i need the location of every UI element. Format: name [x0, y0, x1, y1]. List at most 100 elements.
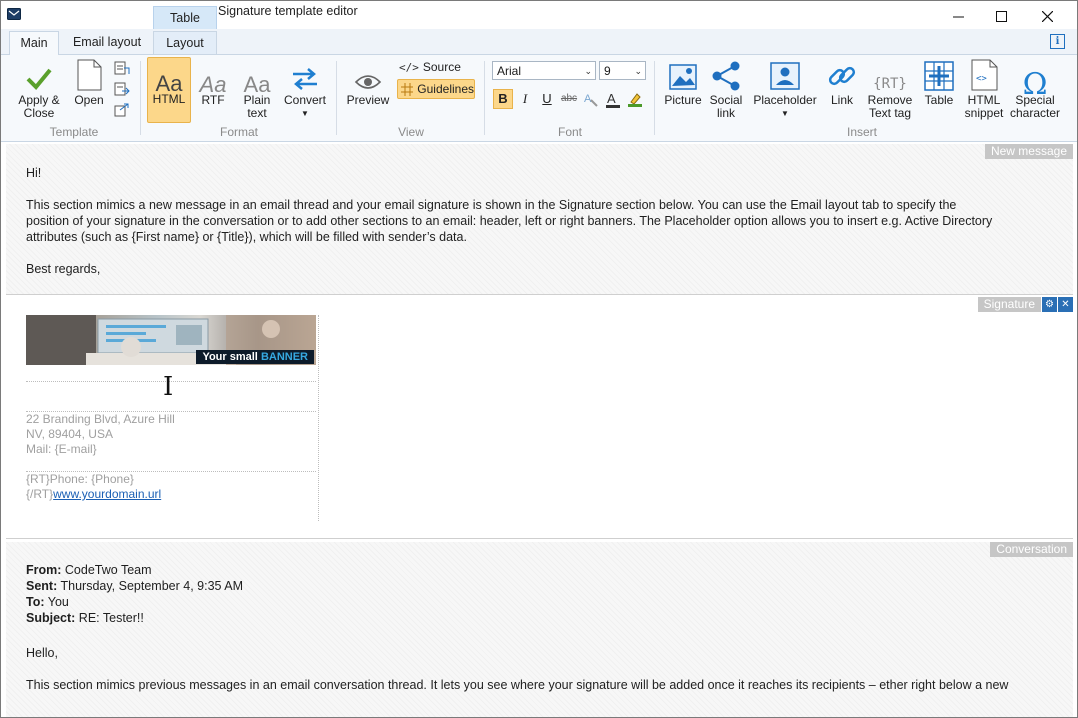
from-line: From: CodeTwo Team [26, 562, 152, 578]
special-character-button[interactable]: Ω Special character [1009, 59, 1061, 120]
website-link[interactable]: www.yourdomain.url [53, 487, 161, 501]
editor-window: Table Signature template editor Main Ema… [0, 0, 1078, 718]
message-line-1: This section mimics a new message in an … [26, 198, 957, 212]
subject-line: Subject: RE: Tester!! [26, 610, 144, 626]
table-button[interactable]: Table [919, 59, 959, 107]
html-snippet-icon: <> [971, 59, 998, 91]
section-divider [6, 538, 1073, 539]
closing-text: Best regards, [26, 262, 101, 276]
chevron-down-icon: ⌄ [584, 66, 592, 76]
tab-layout[interactable]: Layout [153, 31, 217, 54]
source-button[interactable]: </> Source [399, 60, 461, 74]
chevron-down-icon: ▼ [781, 109, 789, 118]
link-button[interactable]: Link [823, 59, 861, 107]
section-label-signature: Signature [977, 297, 1041, 312]
new-message-section[interactable]: New message Hi! This section mimics a ne… [6, 144, 1073, 294]
guidelines-label: Guidelines [417, 82, 474, 96]
guidelines-button[interactable]: Guidelines [397, 79, 475, 99]
chevron-down-icon: ▼ [301, 109, 309, 118]
picture-label: Picture [664, 93, 702, 107]
eye-icon [354, 75, 382, 89]
section-label-new-message: New message [984, 144, 1073, 159]
placeholder-label: Placeholder [753, 93, 817, 107]
banner-highlight: BANNER [260, 351, 308, 363]
from-label: From: [26, 563, 62, 577]
group-label-font: Font [557, 125, 582, 139]
minimize-button[interactable] [935, 1, 981, 31]
signature-section[interactable]: Signature ⚙ ✕ Your small BANNER I 22 Bra… [6, 297, 1073, 537]
share-icon [712, 61, 740, 91]
person-placeholder-icon [770, 62, 800, 90]
open-button[interactable]: Open [67, 59, 111, 107]
section-label-conversation: Conversation [990, 542, 1073, 557]
signature-label-bar: Signature ⚙ ✕ [977, 297, 1073, 312]
italic-button[interactable]: I [515, 89, 535, 109]
mail-line: Mail: {E-mail} [26, 442, 97, 456]
sent-line: Sent: Thursday, September 4, 9:35 AM [26, 578, 243, 594]
font-name-value: Arial [497, 64, 522, 78]
apply-close-button[interactable]: Apply & Close [11, 59, 67, 120]
banner-image: Your small BANNER [26, 315, 316, 365]
signature-table[interactable]: Your small BANNER I 22 Branding Blvd, Az… [26, 315, 319, 521]
message-line-2: position of your signature in the conver… [26, 214, 993, 228]
contextual-tab-table[interactable]: Table [153, 6, 217, 29]
close-icon[interactable]: ✕ [1058, 297, 1073, 312]
preview-label: Preview [346, 93, 390, 107]
template-small-icon-2[interactable] [114, 82, 130, 96]
banner-text: Your small [202, 351, 258, 363]
highlight-color-icon[interactable] [627, 91, 643, 107]
social-link-button[interactable]: Social link [705, 59, 747, 120]
picture-icon [669, 64, 697, 90]
to-label: To: [26, 595, 45, 609]
svg-text:<>: <> [976, 74, 987, 84]
tab-main[interactable]: Main [9, 31, 59, 56]
svg-text:A: A [584, 93, 592, 105]
font-color-icon[interactable]: A [605, 91, 621, 109]
grid-icon [401, 82, 414, 96]
picture-button[interactable]: Picture [661, 59, 705, 107]
format-html-button[interactable]: Aa HTML [147, 57, 191, 123]
omega-icon: Ω [1022, 67, 1048, 102]
banner-caption: Your small BANNER [196, 350, 314, 364]
greeting-text: Hi! [26, 166, 42, 180]
html-snippet-button[interactable]: <> HTML snippet [961, 59, 1007, 120]
template-small-icon-3[interactable] [114, 103, 130, 117]
underline-button[interactable]: U [537, 89, 557, 109]
clear-format-icon[interactable]: A [583, 91, 599, 107]
format-plain-button[interactable]: Aa Plain text [237, 59, 277, 120]
font-size-dropdown[interactable]: 9 ⌄ [599, 61, 646, 80]
convert-button[interactable]: Convert ▼ [281, 59, 329, 120]
phone-line: {RT}Phone: {Phone} [26, 472, 134, 486]
conversation-body: This section mimics previous messages in… [26, 678, 1009, 692]
group-separator [484, 61, 485, 135]
placeholder-button[interactable]: Placeholder ▼ [751, 59, 819, 120]
chevron-down-icon: ⌄ [634, 66, 642, 76]
tab-email-layout[interactable]: Email layout [65, 31, 149, 53]
document-icon [77, 59, 102, 91]
ribbon-tabs: Main Email layout Layout i [1, 29, 1077, 56]
conversation-section[interactable]: Conversation From: CodeTwo Team Sent: Th… [6, 542, 1073, 717]
rt-tag-icon: {RT} [873, 76, 907, 92]
gear-icon[interactable]: ⚙ [1042, 297, 1057, 312]
remove-text-tag-button[interactable]: {RT} Remove Text tag [864, 59, 916, 120]
format-rtf-button[interactable]: Aa RTF [193, 59, 233, 107]
text-cursor-icon: I [163, 372, 174, 402]
apply-close-label: Apply & Close [18, 93, 60, 120]
group-label-view: View [398, 125, 424, 139]
maximize-button[interactable] [978, 1, 1024, 31]
close-icon [1041, 10, 1053, 22]
title-bar: Table Signature template editor [1, 1, 1077, 31]
maximize-icon [995, 10, 1007, 22]
font-name-dropdown[interactable]: Arial ⌄ [492, 61, 596, 80]
hello-text: Hello, [26, 646, 58, 660]
template-small-icon-1[interactable] [114, 61, 130, 75]
close-button[interactable] [1024, 1, 1070, 31]
info-icon[interactable]: i [1050, 34, 1065, 49]
group-label-format: Format [219, 125, 258, 139]
preview-button[interactable]: Preview [343, 59, 393, 107]
social-link-label: Social link [709, 93, 743, 120]
bold-button[interactable]: B [493, 89, 513, 109]
rt-close-tag: {/RT} [26, 487, 54, 501]
convert-arrows-icon [293, 68, 317, 90]
strikethrough-button[interactable]: abc [559, 89, 579, 109]
